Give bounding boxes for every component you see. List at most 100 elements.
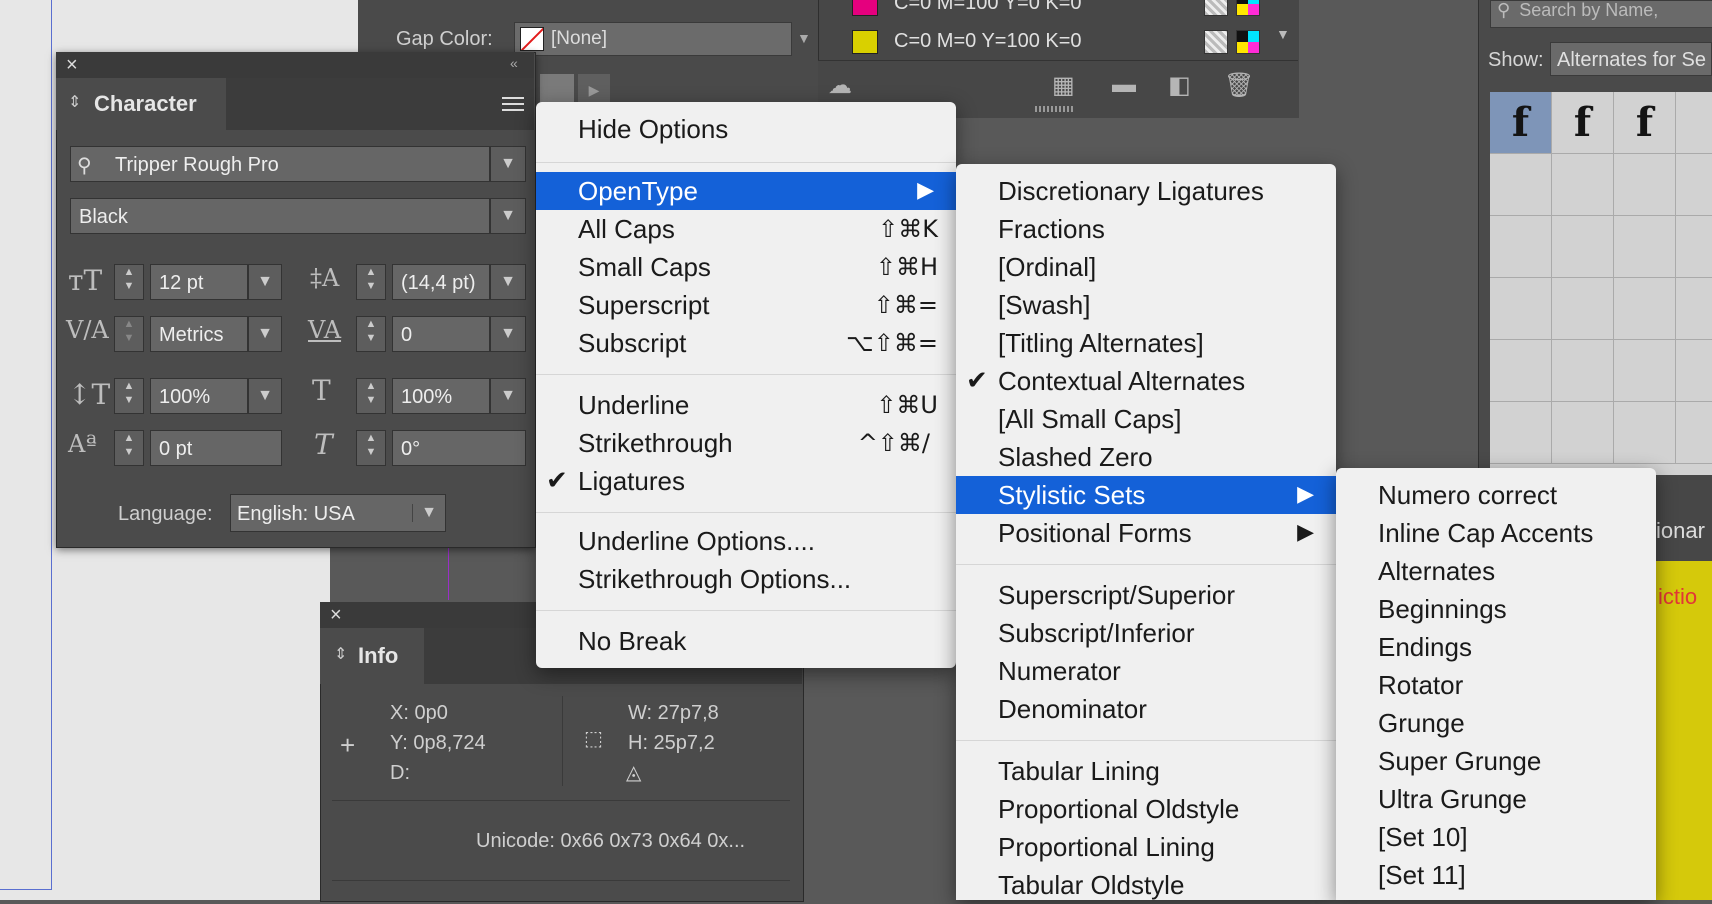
menu-item-discretionary-ligatures[interactable]: Discretionary Ligatures bbox=[956, 172, 1336, 210]
grid-view-icon[interactable]: ▦ bbox=[1052, 71, 1075, 100]
baseline-shift-input[interactable]: 0 pt bbox=[150, 430, 282, 466]
menu-item-fractions[interactable]: Fractions bbox=[956, 210, 1336, 248]
kerning-dropdown-button[interactable]: ▼ bbox=[248, 316, 282, 352]
menu-item-small-caps[interactable]: Small Caps ⇧⌘H bbox=[536, 248, 956, 286]
glyph-cell-empty[interactable] bbox=[1552, 154, 1614, 216]
glyph-cell-empty[interactable] bbox=[1552, 278, 1614, 340]
menu-item-stylistic-set[interactable]: Endings bbox=[1336, 628, 1656, 666]
horizontal-scale-stepper[interactable]: ▲ ▼ bbox=[356, 378, 386, 414]
glyph-cell-empty[interactable] bbox=[1614, 278, 1676, 340]
menu-item-stylistic-set[interactable]: Inline Cap Accents bbox=[1336, 514, 1656, 552]
menu-item-contextual-alternates[interactable]: ✔ Contextual Alternates bbox=[956, 362, 1336, 400]
swatch-row[interactable]: C=0 M=0 Y=100 K=0 bbox=[818, 26, 1298, 60]
vertical-scale-stepper[interactable]: ▲ ▼ bbox=[114, 378, 144, 414]
menu-item-positional-forms[interactable]: Positional Forms ▶ bbox=[956, 514, 1336, 552]
tab-character[interactable]: ⇕ Character bbox=[56, 78, 226, 130]
vertical-scale-input[interactable]: 100% bbox=[150, 378, 248, 414]
menu-item-ligatures[interactable]: ✔ Ligatures bbox=[536, 462, 956, 500]
menu-item-numerator[interactable]: Numerator bbox=[956, 652, 1336, 690]
glyph-cell-empty[interactable] bbox=[1614, 154, 1676, 216]
glyph-cell[interactable]: f bbox=[1614, 92, 1676, 154]
menu-item-no-break[interactable]: No Break bbox=[536, 622, 956, 660]
show-dropdown[interactable]: Alternates for Se bbox=[1550, 42, 1712, 76]
menu-item-stylistic-set[interactable]: [Set 10] bbox=[1336, 818, 1656, 856]
glyph-cell-empty[interactable] bbox=[1614, 402, 1676, 464]
menu-item-stylistic-set[interactable]: Numero correct bbox=[1336, 476, 1656, 514]
glyph-cell-empty[interactable] bbox=[1676, 340, 1712, 402]
menu-item-tabular-oldstyle[interactable]: Tabular Oldstyle bbox=[956, 866, 1336, 904]
glyph-cell-empty[interactable] bbox=[1552, 340, 1614, 402]
tracking-input[interactable]: 0 bbox=[392, 316, 490, 352]
menu-item-tabular-lining[interactable]: Tabular Lining bbox=[956, 752, 1336, 790]
glyph-search-input[interactable]: ⚲ Search by Name, bbox=[1490, 0, 1712, 28]
font-size-stepper[interactable]: ▲ ▼ bbox=[114, 264, 144, 300]
menu-item-all-small-caps[interactable]: [All Small Caps] bbox=[956, 400, 1336, 438]
menu-item-all-caps[interactable]: All Caps ⇧⌘K bbox=[536, 210, 956, 248]
font-style-dropdown-button[interactable]: ▼ bbox=[490, 198, 526, 234]
font-style-input[interactable]: Black bbox=[70, 198, 490, 234]
menu-item-strikethrough-options[interactable]: Strikethrough Options... bbox=[536, 560, 956, 598]
leading-stepper[interactable]: ▲ ▼ bbox=[356, 264, 386, 300]
tracking-dropdown-button[interactable]: ▼ bbox=[490, 316, 526, 352]
menu-item-proportional-oldstyle[interactable]: Proportional Oldstyle bbox=[956, 790, 1336, 828]
glyph-cell-empty[interactable] bbox=[1490, 154, 1552, 216]
cloud-sync-icon[interactable]: ☁ bbox=[828, 71, 852, 100]
menu-item-stylistic-set[interactable]: [Set 11] bbox=[1336, 856, 1656, 894]
horizontal-scale-input[interactable]: 100% bbox=[392, 378, 490, 414]
glyph-cell[interactable]: f bbox=[1490, 92, 1552, 154]
kerning-stepper[interactable]: ▲ ▼ bbox=[114, 316, 144, 352]
menu-item-strikethrough[interactable]: Strikethrough ^⇧⌘/ bbox=[536, 424, 956, 462]
glyph-cell-empty[interactable] bbox=[1676, 278, 1712, 340]
menu-item-stylistic-sets[interactable]: Stylistic Sets ▶ bbox=[956, 476, 1336, 514]
menu-item-hide-options[interactable]: Hide Options bbox=[536, 110, 956, 148]
menu-item-underline-options[interactable]: Underline Options.... bbox=[536, 522, 956, 560]
skew-stepper[interactable]: ▲ ▼ bbox=[356, 430, 386, 466]
glyph-cell[interactable]: f bbox=[1552, 92, 1614, 154]
menu-item-stylistic-set[interactable]: Beginnings bbox=[1336, 590, 1656, 628]
glyph-cell-empty[interactable] bbox=[1490, 278, 1552, 340]
menu-item-superscript[interactable]: Superscript ⇧⌘= bbox=[536, 286, 956, 324]
vertical-scale-dropdown-button[interactable]: ▼ bbox=[248, 378, 282, 414]
menu-item-stylistic-set[interactable]: Alternates bbox=[1336, 552, 1656, 590]
baseline-shift-stepper[interactable]: ▲ ▼ bbox=[114, 430, 144, 466]
glyph-cell-empty[interactable] bbox=[1490, 402, 1552, 464]
leading-dropdown-button[interactable]: ▼ bbox=[490, 264, 526, 300]
language-dropdown[interactable]: English: USA ▼ bbox=[230, 494, 446, 532]
font-size-input[interactable]: 12 pt bbox=[150, 264, 248, 300]
font-family-dropdown-button[interactable]: ▼ bbox=[490, 146, 526, 182]
tracking-stepper[interactable]: ▲ ▼ bbox=[356, 316, 386, 352]
menu-item-subscript[interactable]: Subscript ⌥⇧⌘= bbox=[536, 324, 956, 362]
scroll-down-icon[interactable]: ▼ bbox=[1276, 26, 1290, 42]
font-family-input[interactable]: ⚲ Tripper Rough Pro bbox=[70, 146, 490, 182]
glyph-cell-empty[interactable] bbox=[1676, 216, 1712, 278]
menu-item-subscript-inferior[interactable]: Subscript/Inferior bbox=[956, 614, 1336, 652]
folder-icon[interactable]: ▬ bbox=[1112, 71, 1136, 99]
collapse-icon[interactable]: « bbox=[510, 55, 518, 71]
leading-input[interactable]: (14,4 pt) bbox=[392, 264, 490, 300]
kerning-input[interactable]: Metrics bbox=[150, 316, 248, 352]
glyph-cell-empty[interactable] bbox=[1490, 216, 1552, 278]
resize-grip-icon[interactable] bbox=[1035, 106, 1075, 112]
menu-item-stylistic-set[interactable]: Ultra Grunge bbox=[1336, 780, 1656, 818]
glyph-cell-empty[interactable] bbox=[1552, 216, 1614, 278]
glyph-cell-empty[interactable] bbox=[1552, 402, 1614, 464]
menu-item-opentype[interactable]: OpenType ▶ bbox=[536, 172, 956, 210]
chevron-down-icon[interactable]: ▼ bbox=[797, 30, 811, 46]
menu-item-ordinal[interactable]: [Ordinal] bbox=[956, 248, 1336, 286]
menu-item-slashed-zero[interactable]: Slashed Zero bbox=[956, 438, 1336, 476]
menu-item-underline[interactable]: Underline ⇧⌘U bbox=[536, 386, 956, 424]
skew-input[interactable]: 0° bbox=[392, 430, 526, 466]
menu-item-stylistic-set[interactable]: Grunge bbox=[1336, 704, 1656, 742]
glyph-cell-empty[interactable] bbox=[1676, 92, 1712, 154]
new-swatch-icon[interactable]: ◧ bbox=[1168, 71, 1191, 100]
menu-item-superscript-superior[interactable]: Superscript/Superior bbox=[956, 576, 1336, 614]
close-icon[interactable]: × bbox=[66, 55, 78, 75]
swatch-row[interactable]: C=0 M=100 Y=0 K=0 bbox=[818, 0, 1298, 20]
glyph-cell-empty[interactable] bbox=[1614, 216, 1676, 278]
menu-item-denominator[interactable]: Denominator bbox=[956, 690, 1336, 728]
panel-menu-icon[interactable] bbox=[502, 94, 526, 116]
trash-icon[interactable]: 🗑 bbox=[1224, 71, 1254, 100]
menu-item-proportional-lining[interactable]: Proportional Lining bbox=[956, 828, 1336, 866]
glyph-cell-empty[interactable] bbox=[1676, 154, 1712, 216]
menu-item-swash[interactable]: [Swash] bbox=[956, 286, 1336, 324]
